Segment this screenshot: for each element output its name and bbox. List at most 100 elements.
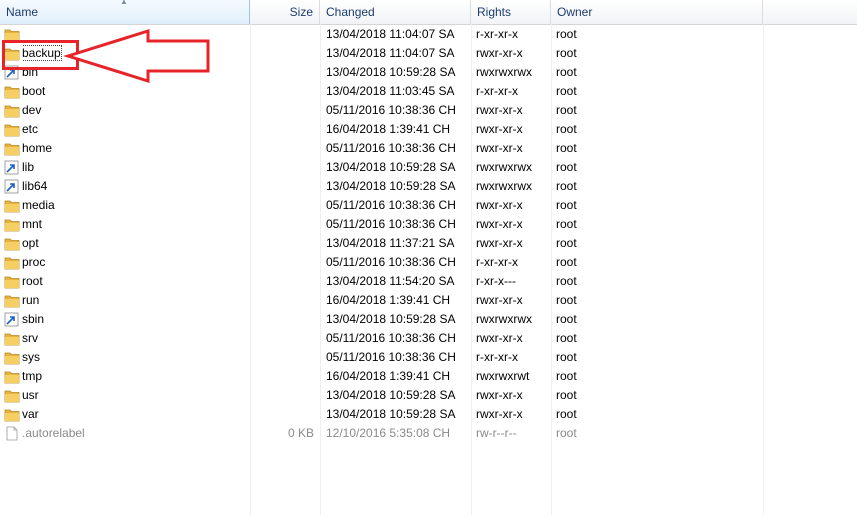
folder-icon [4, 236, 20, 251]
file-owner: root [556, 426, 577, 440]
table-row[interactable]: tmp 16/04/2018 1:39:41 CH rwxrwxrwt root [0, 367, 857, 386]
file-size [250, 177, 314, 196]
file-name: lib [22, 160, 35, 174]
file-rights: rwxr-xr-x [476, 236, 523, 250]
file-owner: root [556, 312, 577, 326]
table-row[interactable]: lib64 13/04/2018 10:59:28 SA rwxrwxrwx root [0, 177, 857, 196]
file-size [250, 367, 314, 386]
file-rights: r-xr-x--- [476, 274, 516, 288]
sort-ascending-icon: ▲ [120, 0, 128, 6]
table-row[interactable]: dev 05/11/2016 10:38:36 CH rwxr-xr-x root [0, 101, 857, 120]
file-name: dev [22, 103, 42, 117]
file-rights: rwxr-xr-x [476, 198, 523, 212]
annotation-arrow-icon [62, 28, 210, 84]
file-changed: 13/04/2018 10:59:28 SA [326, 407, 456, 421]
file-name: sys [22, 350, 40, 364]
file-owner: root [556, 122, 577, 136]
file-changed: 16/04/2018 1:39:41 CH [326, 122, 451, 136]
file-changed: 13/04/2018 11:04:07 SA [326, 46, 455, 60]
file-owner: root [556, 179, 577, 193]
file-size [250, 234, 314, 253]
file-rights: r-xr-xr-x [476, 84, 518, 98]
file-size [250, 386, 314, 405]
file-owner: root [556, 65, 577, 79]
table-row[interactable]: etc 16/04/2018 1:39:41 CH rwxr-xr-x root [0, 120, 857, 139]
file-name: mnt [22, 217, 43, 231]
file-rights: rwxr-xr-x [476, 293, 523, 307]
file-owner: root [556, 103, 577, 117]
table-row[interactable]: sbin 13/04/2018 10:59:28 SA rwxrwxrwx root [0, 310, 857, 329]
file-size [250, 63, 314, 82]
file-size [250, 272, 314, 291]
table-row[interactable]: var 13/04/2018 10:59:28 SA rwxr-xr-x root [0, 405, 857, 424]
file-size [250, 196, 314, 215]
column-header-bar: ▲ Name Size Changed Rights Owner [0, 0, 857, 25]
file-changed: 13/04/2018 10:59:28 SA [326, 65, 456, 79]
table-row[interactable]: lib 13/04/2018 10:59:28 SA rwxrwxrwx root [0, 158, 857, 177]
column-header-owner[interactable]: Owner [551, 0, 763, 24]
file-changed: 12/10/2016 5:35:08 CH [326, 426, 451, 440]
folder-icon [4, 84, 20, 99]
column-header-size[interactable]: Size [250, 0, 320, 24]
file-icon [4, 426, 20, 441]
file-changed: 05/11/2016 10:38:36 CH [326, 103, 456, 117]
file-owner: root [556, 388, 577, 402]
folder-icon [4, 388, 20, 403]
file-changed: 05/11/2016 10:38:36 CH [326, 141, 456, 155]
file-rights: rwxr-xr-x [476, 141, 523, 155]
column-header-name-label: Name [6, 5, 39, 19]
file-rights: r-xr-xr-x [476, 255, 518, 269]
folder-icon [4, 122, 20, 137]
table-row[interactable]: usr 13/04/2018 10:59:28 SA rwxr-xr-x root [0, 386, 857, 405]
file-name: root [22, 274, 43, 288]
file-size [250, 405, 314, 424]
file-name: run [22, 293, 40, 307]
file-rights: rwxr-xr-x [476, 122, 523, 136]
table-row[interactable]: sys 05/11/2016 10:38:36 CH r-xr-xr-x root [0, 348, 857, 367]
file-name: opt [22, 236, 39, 250]
file-rights: rwxr-xr-x [476, 46, 523, 60]
table-row[interactable]: media 05/11/2016 10:38:36 CH rwxr-xr-x root [0, 196, 857, 215]
column-header-changed[interactable]: Changed [320, 0, 471, 24]
folder-icon [4, 198, 20, 213]
table-row[interactable]: srv 05/11/2016 10:38:36 CH rwxr-xr-x root [0, 329, 857, 348]
table-row[interactable]: opt 13/04/2018 11:37:21 SA rwxr-xr-x root [0, 234, 857, 253]
file-changed: 13/04/2018 10:59:28 SA [326, 179, 456, 193]
file-size [250, 139, 314, 158]
table-row[interactable]: .autorelabel 0 KB 12/10/2016 5:35:08 CH rw-… [0, 424, 857, 443]
file-changed: 13/04/2018 11:54:20 SA [326, 274, 455, 288]
file-changed: 05/11/2016 10:38:36 CH [326, 331, 456, 345]
folder-icon [4, 274, 20, 289]
file-name: media [22, 198, 55, 212]
file-rights: r-xr-xr-x [476, 350, 518, 364]
file-owner: root [556, 407, 577, 421]
folder-icon [4, 141, 20, 156]
file-rights: rwxrwxrwx [476, 65, 532, 79]
file-rights: rwxrwxrwx [476, 160, 532, 174]
file-owner: root [556, 84, 577, 98]
file-changed: 13/04/2018 11:37:21 SA [326, 236, 455, 250]
table-row[interactable]: home 05/11/2016 10:38:36 CH rwxr-xr-x root [0, 139, 857, 158]
file-size [250, 25, 314, 44]
file-name: lib64 [22, 179, 48, 193]
column-header-name[interactable]: ▲ Name [0, 0, 250, 24]
file-changed: 13/04/2018 11:03:45 SA [326, 84, 455, 98]
file-name: sbin [22, 312, 45, 326]
file-rights: rwxr-xr-x [476, 103, 523, 117]
file-owner: root [556, 369, 577, 383]
file-owner: root [556, 27, 577, 41]
table-row[interactable]: root 13/04/2018 11:54:20 SA r-xr-x--- root [0, 272, 857, 291]
column-header-rights[interactable]: Rights [471, 0, 551, 24]
file-changed: 16/04/2018 1:39:41 CH [326, 369, 451, 383]
file-name: home [22, 141, 53, 155]
link-icon [4, 312, 20, 327]
table-row[interactable]: proc 05/11/2016 10:38:36 CH r-xr-xr-x root [0, 253, 857, 272]
folder-icon [4, 369, 20, 384]
file-size [250, 329, 314, 348]
file-changed: 05/11/2016 10:38:36 CH [326, 255, 456, 269]
file-owner: root [556, 141, 577, 155]
table-row[interactable]: run 16/04/2018 1:39:41 CH rwxr-xr-x root [0, 291, 857, 310]
file-name: var [22, 407, 39, 421]
table-row[interactable]: mnt 05/11/2016 10:38:36 CH rwxr-xr-x root [0, 215, 857, 234]
file-changed: 13/04/2018 10:59:28 SA [326, 160, 456, 174]
